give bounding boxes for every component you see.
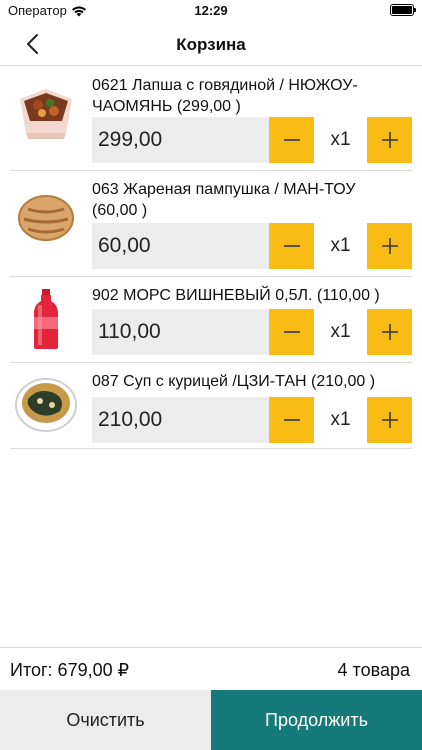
increase-button[interactable]	[367, 397, 412, 443]
status-bar: Оператор 12:29	[0, 0, 422, 22]
plus-icon	[381, 412, 398, 428]
item-quantity: x1	[330, 235, 351, 256]
item-title: 087 Суп с курицей /ЦЗИ-ТАН (210,00 )	[92, 373, 376, 390]
cart-summary: Итог: 679,00 ₽ 4 товара	[0, 647, 422, 689]
clear-button[interactable]: Очистить	[0, 690, 211, 750]
decrease-button[interactable]	[269, 397, 314, 443]
item-controls: 210,00 x1	[92, 397, 412, 443]
plus-icon	[381, 132, 398, 148]
item-controls: 60,00 x1	[92, 223, 412, 269]
item-quantity: x1	[330, 409, 351, 430]
item-quantity: x1	[330, 129, 351, 150]
item-title: 063 Жареная пампушка / МАН-ТОУ (60,00 )	[92, 181, 356, 219]
continue-button[interactable]: Продолжить	[211, 690, 422, 750]
soup-bowl-icon	[15, 378, 77, 432]
battery-icon	[390, 4, 416, 16]
cart-item: 902 МОРС ВИШНЕВЫЙ 0,5Л. (110,00 ) 110,00…	[10, 277, 412, 363]
noodles-box-icon	[20, 89, 72, 139]
item-title: 0621 Лапша с говядиной / НЮЖОУ-ЧАОМЯНЬ (…	[92, 77, 358, 115]
bottom-actions: Очистить Продолжить	[0, 690, 422, 750]
fried-bun-icon	[18, 195, 74, 241]
decrease-button[interactable]	[269, 309, 314, 355]
cart-item: 087 Суп с курицей /ЦЗИ-ТАН (210,00 ) 210…	[10, 363, 412, 449]
increase-button[interactable]	[367, 223, 412, 269]
item-price: 110,00	[92, 309, 269, 355]
item-price: 60,00	[92, 223, 269, 269]
plus-icon	[381, 238, 398, 254]
item-count-label: 4 товара	[337, 660, 410, 680]
decrease-button[interactable]	[269, 223, 314, 269]
plus-icon	[381, 324, 398, 340]
cart-item: 063 Жареная пампушка / МАН-ТОУ (60,00 ) …	[10, 171, 412, 277]
item-price: 210,00	[92, 397, 269, 443]
item-title: 902 МОРС ВИШНЕВЫЙ 0,5Л. (110,00 )	[92, 287, 380, 304]
increase-button[interactable]	[367, 309, 412, 355]
item-quantity: x1	[330, 321, 351, 342]
item-controls: 299,00 x1	[92, 117, 412, 163]
item-controls: 110,00 x1	[92, 309, 412, 355]
decrease-button[interactable]	[269, 117, 314, 163]
status-time: 12:29	[194, 3, 228, 18]
item-price: 299,00	[92, 117, 269, 163]
cart-list: 0621 Лапша с говядиной / НЮЖОУ-ЧАОМЯНЬ (…	[0, 67, 422, 449]
page-title: Корзина	[176, 35, 246, 54]
minus-icon	[283, 331, 300, 333]
nav-bar: Корзина	[0, 22, 422, 66]
cart-item: 0621 Лапша с говядиной / НЮЖОУ-ЧАОМЯНЬ (…	[10, 67, 412, 171]
minus-icon	[283, 139, 300, 141]
minus-icon	[283, 245, 300, 247]
minus-icon	[283, 419, 300, 421]
bottle-icon	[34, 289, 58, 349]
total-label: Итог: 679,00 ₽	[10, 660, 130, 680]
increase-button[interactable]	[367, 117, 412, 163]
